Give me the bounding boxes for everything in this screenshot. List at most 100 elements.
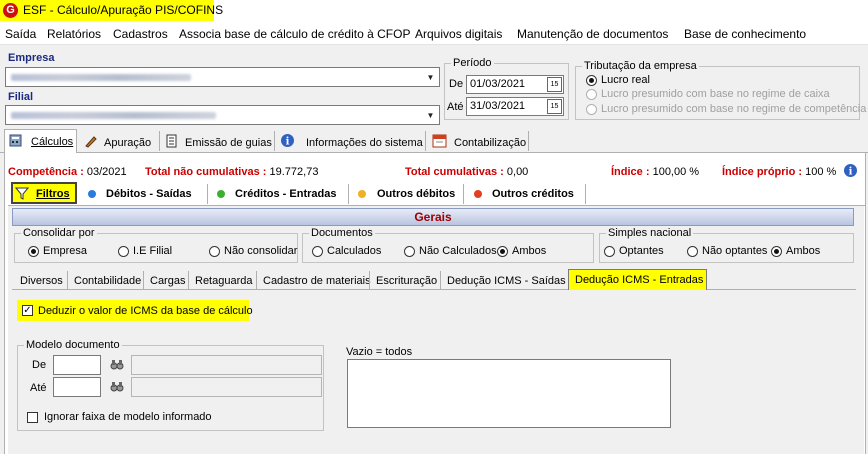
- menu-base-conhecimento[interactable]: Base de conhecimento: [684, 27, 806, 41]
- tributacao-legend: Tributação da empresa: [584, 60, 697, 72]
- tab-retaguarda[interactable]: Retaguarda: [195, 275, 253, 287]
- simples-legend: Simples nacional: [608, 227, 692, 239]
- tab-divider: [425, 131, 426, 151]
- ignorar-checkbox[interactable]: [27, 412, 38, 423]
- competencia-value: 03/2021: [86, 166, 127, 178]
- tab-divider: [585, 184, 586, 204]
- menu-relatorios[interactable]: Relatórios: [47, 27, 101, 41]
- deduzir-checkbox[interactable]: ✓: [22, 305, 33, 316]
- tab-escrituracao[interactable]: Escrituração: [376, 275, 437, 287]
- chevron-down-icon[interactable]: ▼: [423, 69, 438, 85]
- empresa-combo[interactable]: ▼: [5, 67, 440, 87]
- periodo-ate-label: Até: [447, 101, 464, 113]
- calendar-icon[interactable]: 15: [547, 77, 562, 92]
- consolidar-nao-consolidar-label: Não consolidar: [224, 245, 298, 257]
- competencia: Competência : 03/2021: [8, 166, 127, 178]
- tab-divider: [143, 271, 144, 289]
- documentos-ambos-radio[interactable]: [497, 246, 508, 257]
- simples-ambos-radio[interactable]: [771, 246, 782, 257]
- menu-cadastros[interactable]: Cadastros: [113, 27, 168, 41]
- tab-outros-debitos-label[interactable]: Outros débitos: [377, 188, 455, 200]
- modelo-legend: Modelo documento: [26, 339, 120, 351]
- tab-divider: [348, 184, 349, 204]
- simples-optantes-radio[interactable]: [604, 246, 615, 257]
- documentos-calculados-radio[interactable]: [312, 246, 323, 257]
- empresa-label: Empresa: [8, 52, 55, 64]
- periodo-legend: Período: [453, 57, 492, 69]
- menu-arquivos-digitais[interactable]: Arquivos digitais: [415, 27, 502, 41]
- menu-manutencao-documentos[interactable]: Manutenção de documentos: [517, 27, 668, 41]
- indice: Índice : 100,00 %: [611, 166, 699, 178]
- filial-value-blurred: [11, 112, 216, 119]
- tab-divider: [274, 131, 275, 151]
- lucro-presumido-caixa-radio[interactable]: [586, 89, 597, 100]
- total-cumulativas-value: 0,00: [506, 166, 529, 178]
- info-icon: i: [281, 134, 294, 148]
- indice-value: 100,00 %: [652, 166, 700, 178]
- consolidar-empresa-label: Empresa: [43, 245, 88, 257]
- modelo-de-input[interactable]: [53, 355, 101, 375]
- documentos-legend: Documentos: [311, 227, 373, 239]
- periodo-de-label: De: [449, 78, 464, 90]
- documentos-nao-calculados-radio[interactable]: [404, 246, 415, 257]
- filial-combo[interactable]: ▼: [5, 105, 440, 125]
- periodo-ate-value: 31/03/2021: [470, 100, 526, 112]
- binoculars-icon[interactable]: [110, 380, 124, 393]
- simples-optantes-label: Optantes: [619, 245, 664, 257]
- tab-cargas[interactable]: Cargas: [150, 275, 185, 287]
- consolidar-ie-filial-radio[interactable]: [118, 246, 129, 257]
- tab-divider: [207, 184, 208, 204]
- modelo-ate-input[interactable]: [53, 377, 101, 397]
- yellow-dot-icon: [358, 190, 366, 198]
- tab-divider: [159, 131, 160, 151]
- simples-nao-optantes-label: Não optantes: [702, 245, 768, 257]
- calendar-icon[interactable]: 15: [547, 99, 562, 114]
- tab-divider: [440, 271, 441, 289]
- menu-saida[interactable]: Saída: [5, 27, 36, 41]
- tab-divider: [67, 271, 68, 289]
- gerais-header: Gerais: [12, 208, 854, 226]
- tab-divider: [528, 131, 529, 151]
- tab-cadastro-materiais[interactable]: Cadastro de materiais: [263, 275, 371, 287]
- tab-creditos-entradas-label[interactable]: Créditos - Entradas: [235, 188, 336, 200]
- tab-apuracao-label[interactable]: Apuração: [104, 137, 151, 149]
- empresa-value-blurred: [11, 74, 191, 81]
- modelo-ate-label: Até: [30, 382, 47, 394]
- tab-diversos[interactable]: Diversos: [20, 275, 63, 287]
- lucro-presumido-caixa-label: Lucro presumido com base no regime de ca…: [601, 88, 830, 100]
- deduzir-label: Deduzir o valor de ICMS da base de cálcu…: [38, 305, 253, 317]
- info-icon[interactable]: i: [843, 163, 858, 178]
- tab-emissao-guias-label[interactable]: Emissão de guias: [185, 137, 272, 149]
- tab-calculos-label: Cálculos: [31, 136, 74, 148]
- filter-icon: [15, 187, 29, 200]
- lucro-real-radio[interactable]: [586, 75, 597, 86]
- tab-outros-creditos-label[interactable]: Outros créditos: [492, 188, 574, 200]
- periodo-ate-input[interactable]: 31/03/2021 15: [466, 97, 564, 116]
- tab-debitos-saidas-label[interactable]: Débitos - Saídas: [106, 188, 192, 200]
- modelo-list[interactable]: [347, 359, 671, 428]
- chevron-down-icon[interactable]: ▼: [423, 107, 438, 123]
- tab-contabilidade[interactable]: Contabilidade: [74, 275, 141, 287]
- indice-proprio-label: Índice próprio :: [722, 166, 803, 178]
- simples-nao-optantes-radio[interactable]: [687, 246, 698, 257]
- modelo-de-description: [131, 355, 322, 375]
- total-cumulativas: Total cumulativas : 0,00: [405, 166, 528, 178]
- lucro-presumido-competencia-label: Lucro presumido com base no regime de co…: [601, 103, 867, 115]
- tab-deducao-icms-entradas-label: Dedução ICMS - Entradas: [575, 274, 704, 286]
- documentos-nao-calculados-label: Não Calculados: [419, 245, 497, 257]
- vazio-label: Vazio = todos: [346, 346, 413, 358]
- binoculars-icon[interactable]: [110, 358, 124, 371]
- consolidar-empresa-radio[interactable]: [28, 246, 39, 257]
- tab-informacoes-sistema-label[interactable]: Informações do sistema: [306, 137, 423, 149]
- blue-dot-icon: [88, 190, 96, 198]
- lucro-presumido-competencia-radio[interactable]: [586, 104, 597, 115]
- menu-associa-base[interactable]: Associa base de cálculo de crédito à CFO…: [179, 27, 410, 41]
- documentos-calculados-label: Calculados: [327, 245, 382, 257]
- competencia-label: Competência :: [8, 166, 84, 178]
- indice-label: Índice :: [611, 166, 650, 178]
- indice-proprio-value: 100 %: [805, 166, 837, 178]
- consolidar-nao-consolidar-radio[interactable]: [209, 246, 220, 257]
- tab-deducao-icms-saidas[interactable]: Dedução ICMS - Saídas: [447, 275, 566, 287]
- periodo-de-input[interactable]: 01/03/2021 15: [466, 75, 564, 94]
- tab-contabilizacao-label[interactable]: Contabilização: [454, 137, 526, 149]
